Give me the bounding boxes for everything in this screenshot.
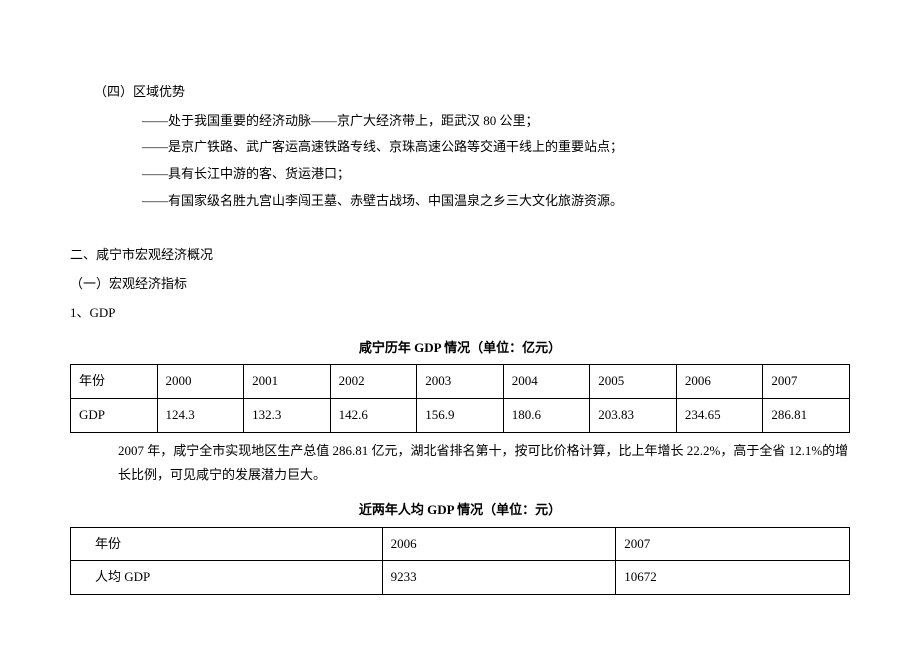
- macro-indicator-heading: （一）宏观经济指标: [70, 272, 850, 297]
- cell-gdp-value: 203.83: [590, 398, 677, 432]
- cell-per-capita-value: 10672: [616, 561, 850, 595]
- table-row: 年份 2006 2007: [71, 527, 850, 561]
- gdp-table-title: 咸宁历年 GDP 情况（单位：亿元）: [70, 336, 850, 361]
- gdp-table: 年份 2000 2001 2002 2003 2004 2005 2006 20…: [70, 364, 850, 432]
- cell-year: 2006: [382, 527, 616, 561]
- cell-per-capita-label: 人均 GDP: [71, 561, 383, 595]
- bullet-item: ——具有长江中游的客、货运港口；: [142, 162, 850, 187]
- cell-year: 2003: [417, 365, 504, 399]
- per-capita-gdp-table: 年份 2006 2007 人均 GDP 9233 10672: [70, 527, 850, 595]
- cell-year: 2004: [503, 365, 590, 399]
- cell-gdp-value: 180.6: [503, 398, 590, 432]
- gdp-heading: 1、GDP: [70, 301, 850, 326]
- regional-advantage-heading: （四）区域优势: [94, 80, 850, 105]
- cell-gdp-value: 142.6: [330, 398, 417, 432]
- cell-year-label: 年份: [71, 365, 158, 399]
- cell-year: 2005: [590, 365, 677, 399]
- cell-year: 2006: [676, 365, 763, 399]
- cell-year-label: 年份: [71, 527, 383, 561]
- bullet-item: ——是京广铁路、武广客运高速铁路专线、京珠高速公路等交通干线上的重要站点；: [142, 135, 850, 160]
- cell-year: 2007: [763, 365, 850, 399]
- cell-gdp-value: 234.65: [676, 398, 763, 432]
- cell-year: 2002: [330, 365, 417, 399]
- cell-gdp-value: 132.3: [244, 398, 331, 432]
- bullet-item: ——处于我国重要的经济动脉——京广大经济带上，距武汉 80 公里；: [142, 109, 850, 134]
- per-capita-gdp-table-title: 近两年人均 GDP 情况（单位：元）: [70, 498, 850, 523]
- cell-gdp-value: 124.3: [157, 398, 244, 432]
- bullet-item: ——有国家级名胜九宫山李闯王墓、赤壁古战场、中国温泉之乡三大文化旅游资源。: [142, 189, 850, 214]
- analysis-paragraph: 2007 年，咸宁全市实现地区生产总值 286.81 亿元，湖北省排名第十，按可…: [118, 439, 850, 488]
- cell-year: 2007: [616, 527, 850, 561]
- table-row: 人均 GDP 9233 10672: [71, 561, 850, 595]
- cell-gdp-value: 286.81: [763, 398, 850, 432]
- table-row: 年份 2000 2001 2002 2003 2004 2005 2006 20…: [71, 365, 850, 399]
- cell-gdp-label: GDP: [71, 398, 158, 432]
- cell-gdp-value: 156.9: [417, 398, 504, 432]
- cell-per-capita-value: 9233: [382, 561, 616, 595]
- table-row: GDP 124.3 132.3 142.6 156.9 180.6 203.83…: [71, 398, 850, 432]
- cell-year: 2000: [157, 365, 244, 399]
- cell-year: 2001: [244, 365, 331, 399]
- macro-economy-heading: 二、咸宁市宏观经济概况: [70, 243, 850, 268]
